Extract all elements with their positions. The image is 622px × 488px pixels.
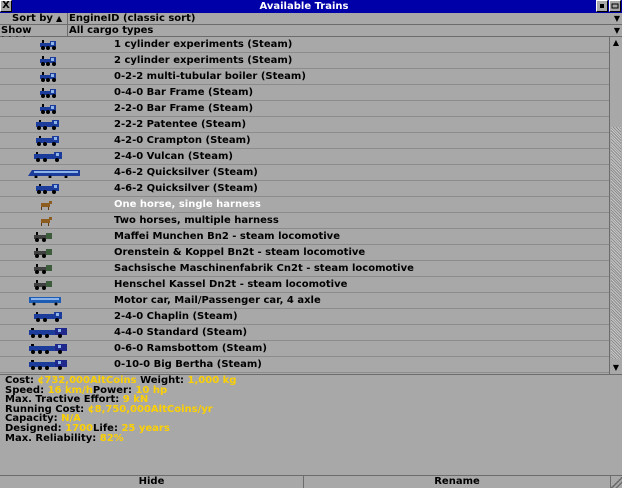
engine-name: 4-4-0 Standard (Steam) — [114, 327, 248, 338]
hide-button[interactable]: Hide — [0, 476, 304, 488]
engine-name: Motor car, Mail/Passenger car, 4 axle — [114, 295, 321, 306]
close-icon[interactable]: X — [0, 0, 12, 12]
minimize-icon[interactable] — [596, 0, 608, 12]
resize-handle-icon[interactable] — [611, 476, 622, 488]
sort-criterion-dropdown[interactable]: EngineID (classic sort) — [69, 13, 195, 25]
running-cost-line: Running Cost: ¢8,750,000AltCoins/yr — [5, 403, 622, 415]
bottom-bar: Hide Rename — [0, 475, 622, 488]
list-item[interactable]: 2-4-0 Chaplin (Steam) — [0, 309, 609, 325]
list-item[interactable]: 1 cylinder experiments (Steam) — [0, 37, 609, 53]
window-title: Available Trains — [259, 1, 349, 12]
list-item[interactable]: Orenstein & Koppel Bn2t - steam locomoti… — [0, 245, 609, 261]
life-value: 25 years — [121, 422, 170, 434]
engine-name: 0-10-0 Big Bertha (Steam) — [114, 359, 262, 370]
engine-name: 2-4-0 Chaplin (Steam) — [114, 311, 238, 322]
sort-by-label: Sort by — [12, 13, 53, 24]
engine-name: Sachsische Maschinenfabrik Cn2t - steam … — [114, 263, 414, 274]
engine-name: One horse, single harness — [114, 199, 261, 210]
engine-name: Two horses, multiple harness — [114, 215, 279, 226]
engine-name: 2-2-2 Patentee (Steam) — [114, 119, 247, 130]
list-item[interactable]: 0-6-0 Ramsbottom (Steam) — [0, 341, 609, 357]
list-item[interactable]: 2-2-2 Patentee (Steam) — [0, 117, 609, 133]
chevron-down-icon[interactable]: ▼ — [614, 13, 620, 24]
list-item[interactable]: 4-4-0 Standard (Steam) — [0, 325, 609, 341]
reliability-line: Max. Reliability: 82% — [5, 432, 622, 444]
available-trains-window: X Available Trains Sort by ▲ EngineID (c… — [0, 0, 622, 488]
list-item[interactable]: 0-2-2 multi-tubular boiler (Steam) — [0, 69, 609, 85]
engine-name: 2 cylinder experiments (Steam) — [114, 55, 293, 66]
show-hidden-button[interactable]: Show hidden — [0, 25, 68, 47]
engine-name: Maffei Munchen Bn2 - steam locomotive — [114, 231, 340, 242]
title-bar[interactable]: X Available Trains — [0, 0, 622, 13]
engine-name: 0-6-0 Ramsbottom (Steam) — [114, 343, 267, 354]
list-item[interactable]: 0-10-0 Big Bertha (Steam) — [0, 357, 609, 373]
engine-name: 4-6-2 Quicksilver (Steam) — [114, 183, 258, 194]
cargo-filter-dropdown[interactable]: All cargo types — [69, 25, 153, 37]
divider — [67, 25, 68, 37]
engine-name: 4-6-2 Quicksilver (Steam) — [114, 167, 258, 178]
engine-name: 2-2-0 Bar Frame (Steam) — [114, 103, 254, 114]
scrollbar[interactable]: ▲ ▼ — [609, 37, 622, 374]
engine-name: 2-4-0 Vulcan (Steam) — [114, 151, 233, 162]
sort-direction-icon[interactable]: ▲ — [56, 13, 62, 24]
list-item[interactable]: One horse, single harness — [0, 197, 609, 213]
list-item[interactable]: Motor car, Mail/Passenger car, 4 axle — [0, 293, 609, 309]
divider — [67, 13, 68, 25]
list-item[interactable]: 4-6-2 Quicksilver (Steam) — [0, 181, 609, 197]
reliability-label: Max. Reliability: — [5, 432, 97, 444]
reliability-value: 82% — [99, 432, 124, 444]
list-item[interactable]: 2 cylinder experiments (Steam) — [0, 53, 609, 69]
engine-details: Cost: ¢732,000AltCoins Weight: 1,000 kg … — [0, 374, 622, 474]
engine-list[interactable]: 1 cylinder experiments (Steam) 2 cylinder… — [0, 37, 609, 374]
scroll-thumb[interactable] — [611, 127, 621, 359]
chevron-down-icon[interactable]: ▼ — [614, 25, 620, 36]
list-item[interactable]: Sachsische Maschinenfabrik Cn2t - steam … — [0, 261, 609, 277]
sort-row: Sort by ▲ EngineID (classic sort) ▼ — [0, 13, 622, 25]
scroll-down-icon[interactable]: ▼ — [610, 362, 622, 374]
running-cost-value: ¢8,750,000AltCoins/yr — [87, 403, 213, 415]
engine-name: 1 cylinder experiments (Steam) — [114, 39, 293, 50]
engine-name: Orenstein & Koppel Bn2t - steam locomoti… — [114, 247, 366, 258]
rename-button[interactable]: Rename — [304, 476, 611, 488]
engine-name: Henschel Kassel Dn2t - steam locomotive — [114, 279, 348, 290]
list-item[interactable]: 2-2-0 Bar Frame (Steam) — [0, 101, 609, 117]
list-item[interactable]: Maffei Munchen Bn2 - steam locomotive — [0, 229, 609, 245]
engine-name: 0-4-0 Bar Frame (Steam) — [114, 87, 254, 98]
list-item[interactable]: 4-6-2 Quicksilver (Steam) — [0, 165, 609, 181]
list-item[interactable]: 0-4-0 Bar Frame (Steam) — [0, 85, 609, 101]
list-item[interactable]: 4-2-0 Crampton (Steam) — [0, 133, 609, 149]
filter-row: Show hidden All cargo types ▼ — [0, 25, 622, 47]
sticky-icon[interactable] — [609, 0, 621, 12]
weight-value: 1,000 kg — [187, 375, 237, 386]
list-item[interactable]: Henschel Kassel Dn2t - steam locomotive — [0, 277, 609, 293]
list-item[interactable]: 2-4-0 Vulcan (Steam) — [0, 149, 609, 165]
engine-name: 4-2-0 Crampton (Steam) — [114, 135, 251, 146]
scroll-up-icon[interactable]: ▲ — [610, 37, 622, 49]
engine-name: 0-2-2 multi-tubular boiler (Steam) — [114, 71, 306, 82]
list-item[interactable]: Two horses, multiple harness — [0, 213, 609, 229]
